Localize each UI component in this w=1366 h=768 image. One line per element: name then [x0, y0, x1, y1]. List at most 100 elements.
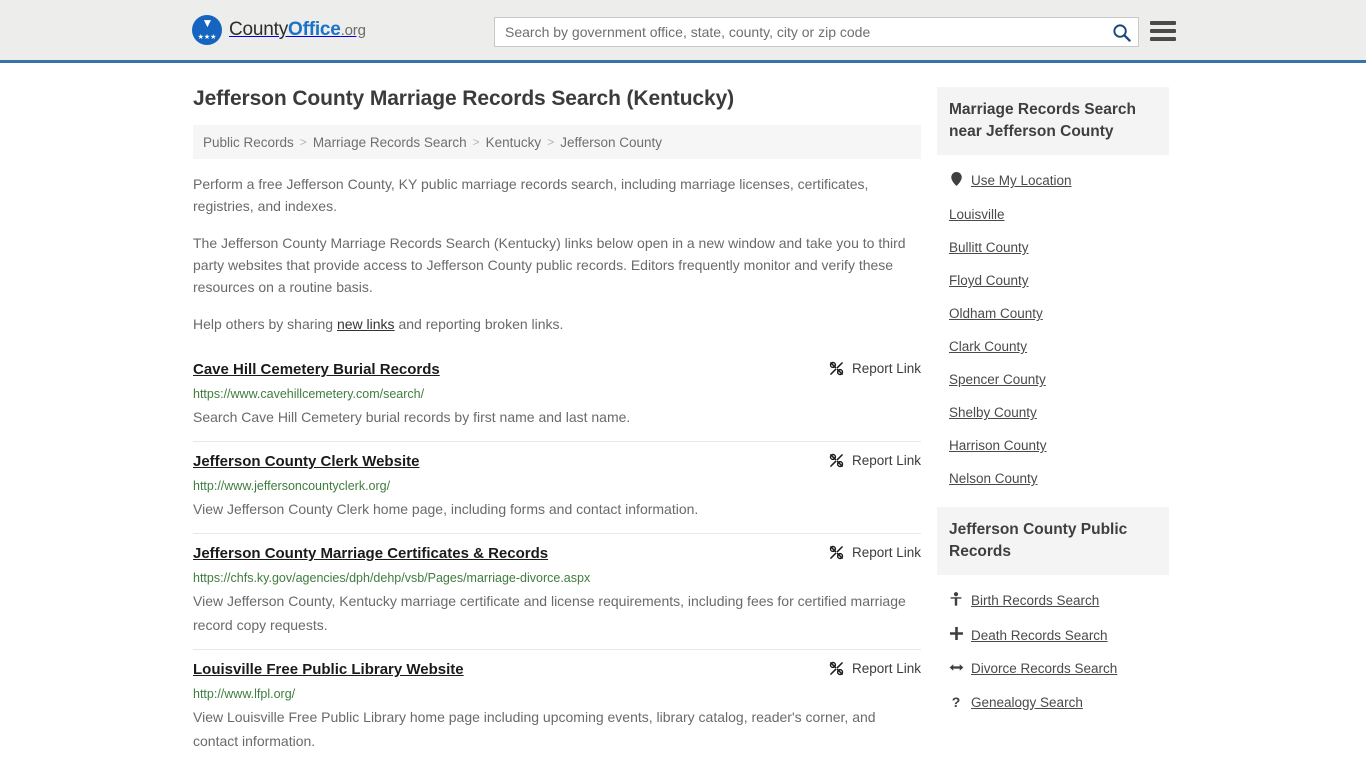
- logo-text-office: Office: [288, 19, 341, 40]
- sidebar-link-label[interactable]: Use My Location: [971, 173, 1072, 188]
- sidebar-item-shelby-county[interactable]: Shelby County: [937, 396, 1169, 429]
- search-button[interactable]: [1104, 18, 1138, 46]
- new-links-link[interactable]: new links: [337, 316, 395, 332]
- report-link-button[interactable]: Report Link: [829, 660, 921, 676]
- intro-p3-after: and reporting broken links.: [394, 316, 564, 332]
- result-title-link[interactable]: Jefferson County Marriage Certificates &…: [193, 544, 548, 564]
- result-item: Cave Hill Cemetery Burial Records Report…: [193, 350, 921, 442]
- logo-text: CountyOffice.org: [229, 19, 366, 41]
- breadcrumb-separator-3: >: [547, 135, 555, 149]
- intro-paragraph-3: Help others by sharing new links and rep…: [193, 313, 921, 335]
- breadcrumb-item-jefferson-county[interactable]: Jefferson County: [560, 135, 662, 150]
- sidebar-link-label[interactable]: Genealogy Search: [971, 695, 1083, 710]
- intro-p3-before: Help others by sharing: [193, 316, 337, 332]
- sidebar-item-death-records-search[interactable]: Death Records Search: [937, 618, 1169, 652]
- intro-text: Perform a free Jefferson County, KY publ…: [193, 173, 921, 335]
- intro-paragraph-1: Perform a free Jefferson County, KY publ…: [193, 176, 869, 214]
- result-item: Louisville Free Public Library Website R…: [193, 650, 921, 765]
- content-container: Jefferson County Marriage Records Search…: [193, 63, 1173, 768]
- question-mark-icon: ?: [951, 694, 961, 710]
- breadcrumb-separator-1: >: [299, 135, 307, 149]
- sidebar-section-nearby: Marriage Records Search near Jefferson C…: [937, 87, 1169, 501]
- breadcrumb: Public Records > Marriage Records Search…: [193, 125, 921, 159]
- hamburger-menu-icon[interactable]: [1150, 18, 1176, 44]
- sidebar-public-records-list: Birth Records Search Death Records Searc…: [937, 575, 1169, 725]
- sidebar-link-label[interactable]: Clark County: [949, 339, 1027, 354]
- sidebar-item-oldham-county[interactable]: Oldham County: [937, 297, 1169, 330]
- search-input[interactable]: [495, 18, 1104, 46]
- sidebar-item-divorce-records-search[interactable]: Divorce Records Search: [937, 652, 1169, 685]
- sidebar-link-label[interactable]: Birth Records Search: [971, 593, 1099, 608]
- sidebar-link-label[interactable]: Divorce Records Search: [971, 661, 1117, 676]
- logo-text-county: County: [229, 19, 289, 40]
- sidebar-nearby-list: Use My Location Louisville Bullitt Count…: [937, 155, 1169, 501]
- sidebar-link-label[interactable]: Shelby County: [949, 405, 1037, 420]
- sidebar-link-label[interactable]: Harrison County: [949, 438, 1047, 453]
- result-title-link[interactable]: Louisville Free Public Library Website: [193, 660, 464, 680]
- result-description: View Louisville Free Public Library home…: [193, 709, 876, 749]
- sidebar-link-label[interactable]: Oldham County: [949, 306, 1043, 321]
- breadcrumb-separator-2: >: [472, 135, 480, 149]
- eagle-shield-icon: ▼ ★★★: [192, 15, 222, 45]
- sidebar-item-louisville[interactable]: Louisville: [937, 198, 1169, 231]
- result-item: Jefferson County Clerk Website Report Li…: [193, 442, 921, 534]
- report-link-label: Report Link: [851, 545, 921, 560]
- result-url[interactable]: http://www.jeffersoncountyclerk.org/: [193, 478, 921, 494]
- cross-icon: [949, 627, 963, 643]
- sidebar-item-harrison-county[interactable]: Harrison County: [937, 429, 1169, 462]
- sidebar-link-label[interactable]: Bullitt County: [949, 240, 1029, 255]
- sidebar-item-floyd-county[interactable]: Floyd County: [937, 264, 1169, 297]
- report-link-label: Report Link: [851, 453, 921, 468]
- baby-icon: [949, 592, 963, 609]
- sidebar-item-nelson-county[interactable]: Nelson County: [937, 462, 1169, 495]
- sidebar: Marriage Records Search near Jefferson C…: [937, 87, 1169, 768]
- sidebar-item-spencer-county[interactable]: Spencer County: [937, 363, 1169, 396]
- breadcrumb-item-marriage-records-search[interactable]: Marriage Records Search: [313, 135, 467, 150]
- report-link-button[interactable]: Report Link: [829, 544, 921, 560]
- sidebar-section-public-records: Jefferson County Public Records Birth Re…: [937, 507, 1169, 725]
- sidebar-item-clark-county[interactable]: Clark County: [937, 330, 1169, 363]
- sidebar-item-bullitt-county[interactable]: Bullitt County: [937, 231, 1169, 264]
- result-description: View Jefferson County Clerk home page, i…: [193, 501, 699, 517]
- page-title: Jefferson County Marriage Records Search…: [193, 87, 735, 110]
- sidebar-link-label[interactable]: Spencer County: [949, 372, 1046, 387]
- sidebar-link-label[interactable]: Death Records Search: [971, 628, 1108, 643]
- menu-bar-2: [1150, 29, 1176, 33]
- sidebar-link-label[interactable]: Floyd County: [949, 273, 1029, 288]
- broken-link-icon: [829, 361, 844, 376]
- result-title-link[interactable]: Jefferson County Clerk Website: [193, 452, 419, 472]
- sidebar-item-genealogy-search[interactable]: ? Genealogy Search: [937, 685, 1169, 719]
- main-column: Jefferson County Marriage Records Search…: [193, 63, 921, 768]
- left-right-arrow-icon: [949, 661, 964, 676]
- result-title-link[interactable]: Cave Hill Cemetery Burial Records: [193, 360, 440, 380]
- breadcrumb-item-kentucky[interactable]: Kentucky: [486, 135, 542, 150]
- search-icon: [1112, 23, 1131, 42]
- result-description: View Jefferson County, Kentucky marriage…: [193, 593, 906, 633]
- broken-link-icon: [829, 545, 844, 560]
- report-link-label: Report Link: [851, 661, 921, 676]
- search-bar[interactable]: [494, 17, 1139, 47]
- site-header: ▼ ★★★ CountyOffice.org: [0, 0, 1366, 63]
- result-header: Louisville Free Public Library Website R…: [193, 660, 921, 680]
- sidebar-link-label[interactable]: Nelson County: [949, 471, 1038, 486]
- sidebar-link-label[interactable]: Louisville: [949, 207, 1005, 222]
- result-header: Cave Hill Cemetery Burial Records Report…: [193, 360, 921, 380]
- result-url[interactable]: http://www.lfpl.org/: [193, 686, 921, 702]
- menu-bar-1: [1150, 21, 1176, 25]
- result-url[interactable]: https://www.cavehillcemetery.com/search/: [193, 386, 921, 402]
- sidebar-item-use-my-location[interactable]: Use My Location: [937, 163, 1169, 198]
- result-item: Jefferson County Marriage Certificates &…: [193, 534, 921, 650]
- menu-bar-3: [1150, 37, 1176, 41]
- result-header: Jefferson County Marriage Certificates &…: [193, 544, 921, 564]
- result-url[interactable]: https://chfs.ky.gov/agencies/dph/dehp/vs…: [193, 570, 921, 586]
- report-link-button[interactable]: Report Link: [829, 452, 921, 468]
- logo-text-org: .org: [340, 22, 366, 39]
- breadcrumb-item-public-records[interactable]: Public Records: [203, 135, 294, 150]
- sidebar-item-birth-records-search[interactable]: Birth Records Search: [937, 583, 1169, 618]
- site-logo[interactable]: ▼ ★★★ CountyOffice.org: [192, 15, 366, 45]
- result-header: Jefferson County Clerk Website Report Li…: [193, 452, 921, 472]
- page-body: Jefferson County Marriage Records Search…: [0, 63, 1366, 768]
- map-pin-icon: [949, 172, 963, 189]
- sidebar-nearby-heading: Marriage Records Search near Jefferson C…: [937, 87, 1169, 155]
- report-link-button[interactable]: Report Link: [829, 360, 921, 376]
